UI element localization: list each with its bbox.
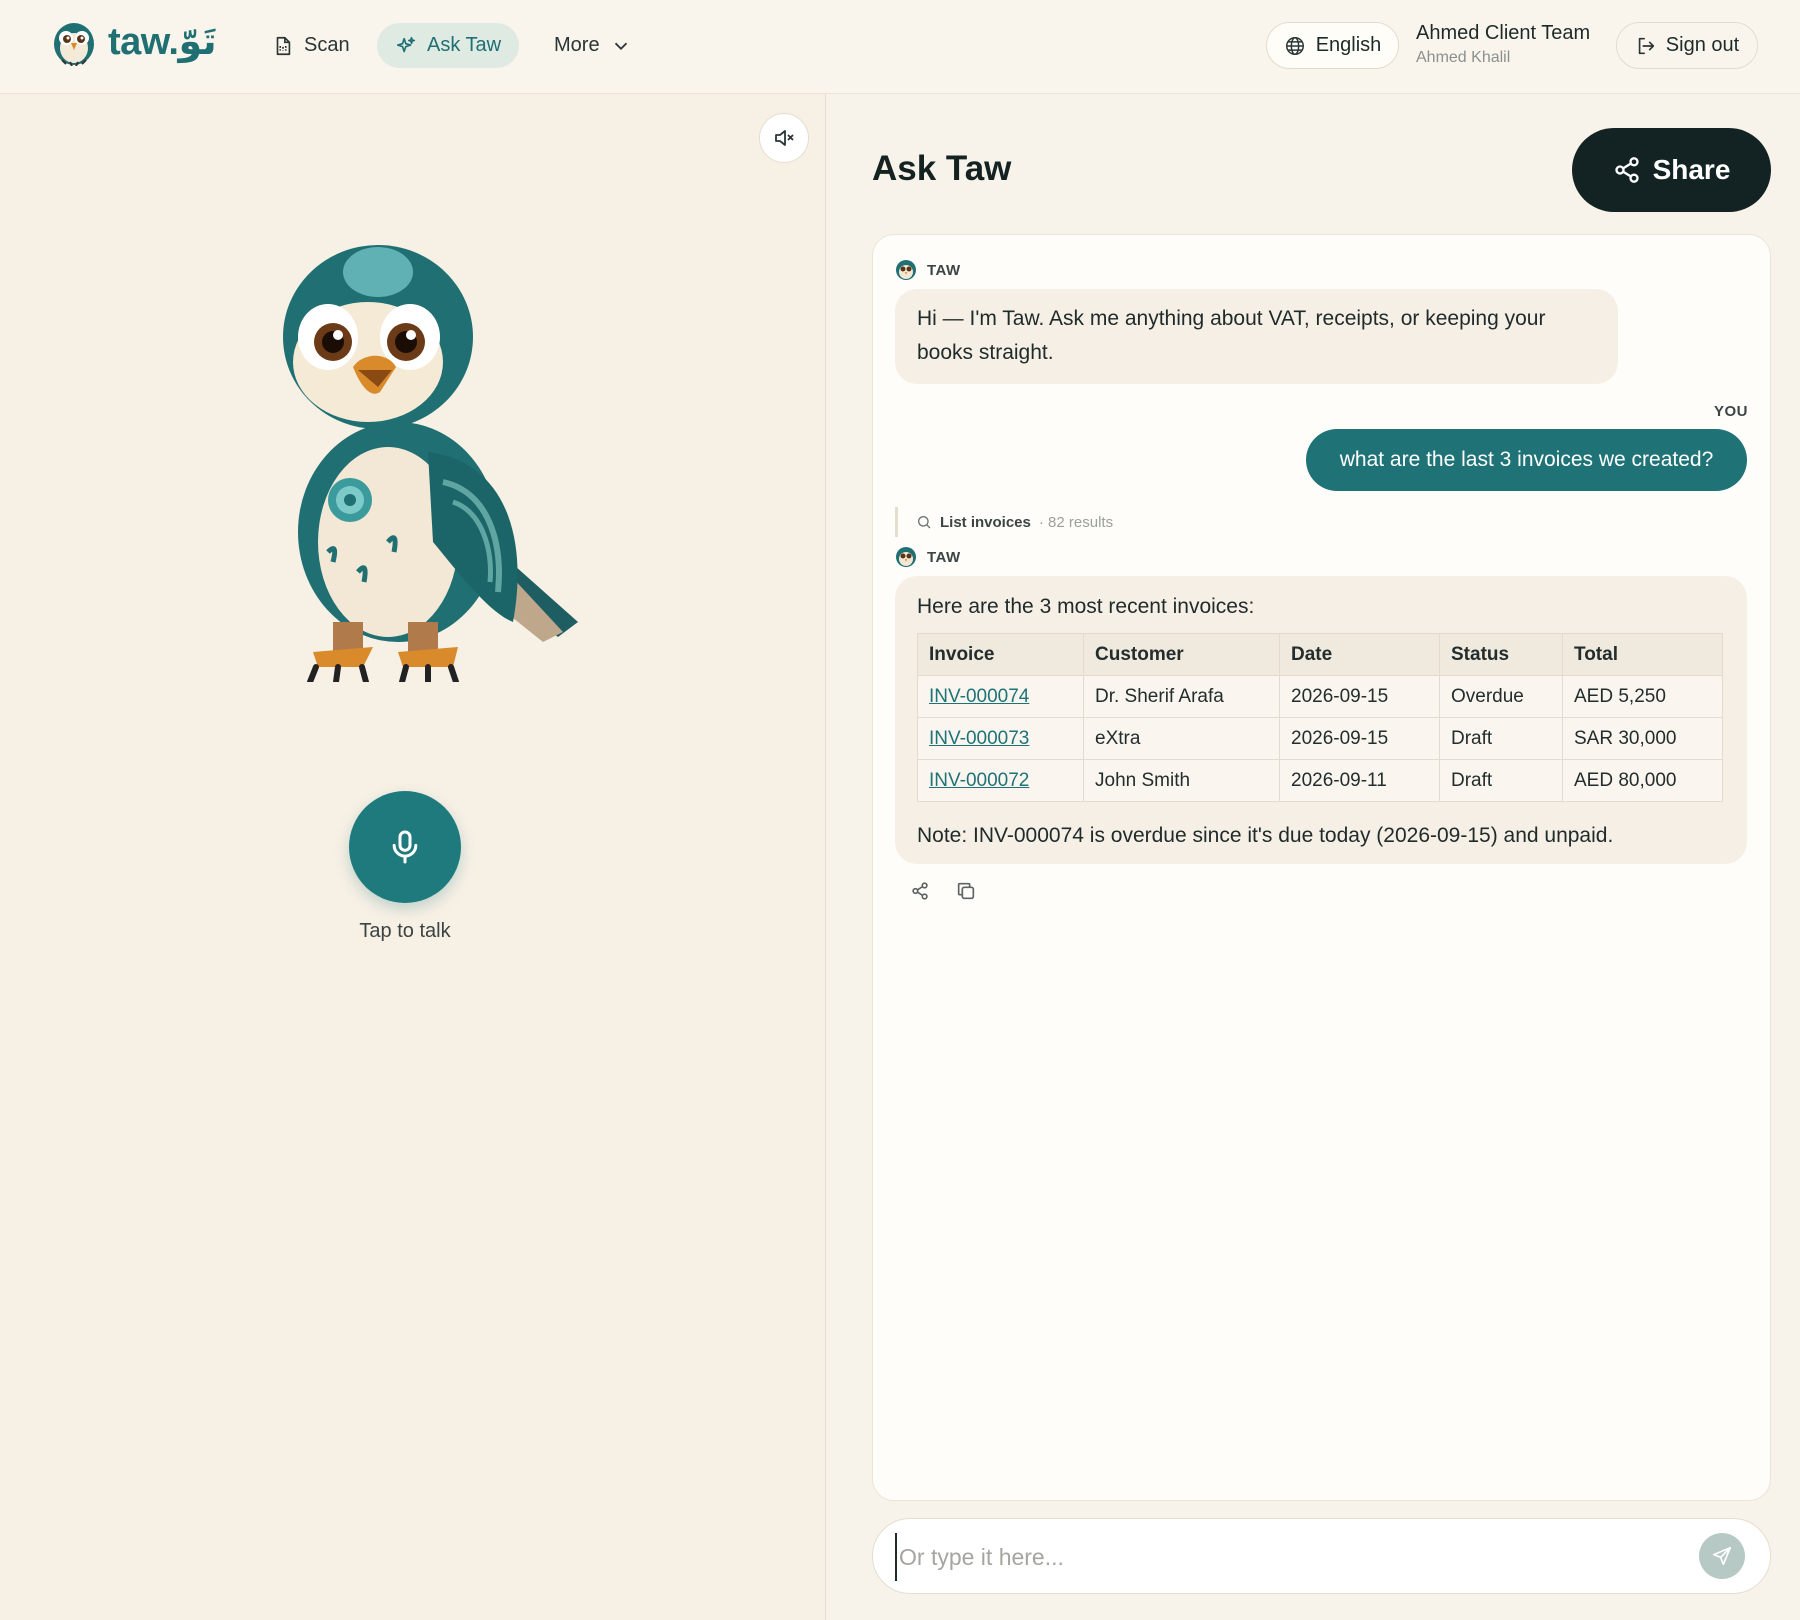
invoice-cell: INV-000072 xyxy=(917,759,1084,802)
date-cell: 2026-09-15 xyxy=(1279,675,1440,718)
taw-answer-bubble: Here are the 3 most recent invoices: Inv… xyxy=(895,576,1747,864)
share-label: Share xyxy=(1652,154,1731,185)
share-icon xyxy=(1614,157,1639,183)
language-button[interactable]: English xyxy=(1266,22,1399,69)
table-header-row: Invoice Customer Date Status Total xyxy=(917,633,1723,676)
invoice-link[interactable]: INV-000073 xyxy=(929,728,1029,749)
mute-button[interactable] xyxy=(759,113,809,163)
you-sender-label: YOU xyxy=(1713,403,1748,420)
tool-result-count: · 82 results xyxy=(1038,513,1114,531)
table-row: INV-000072 John Smith 2026-09-11 Draft A… xyxy=(917,759,1723,802)
speaker-mute-icon xyxy=(775,130,794,146)
tap-to-talk-label: Tap to talk xyxy=(359,920,451,942)
taw-label: TAW xyxy=(927,548,961,566)
mascot-logo-icon xyxy=(54,23,94,66)
logo-text: taw.تَوّ xyxy=(108,19,217,64)
user-info: Ahmed Client Team Ahmed Khalil xyxy=(1416,22,1590,67)
message-actions xyxy=(909,880,977,902)
sign-out-icon xyxy=(1638,37,1654,54)
tap-to-talk-button[interactable] xyxy=(349,791,461,903)
share-message-button[interactable] xyxy=(909,880,931,902)
send-icon xyxy=(1712,1546,1732,1566)
answer-intro: Here are the 3 most recent invoices: xyxy=(917,595,1255,618)
nav-scan[interactable]: Scan xyxy=(254,23,368,68)
copy-message-button[interactable] xyxy=(955,880,977,902)
taw-label: TAW xyxy=(927,261,961,279)
page-title: Ask Taw xyxy=(872,149,1012,188)
brand-arabic: تَوّ xyxy=(178,20,218,63)
nav-more-label: More xyxy=(554,34,600,56)
nav-ask-taw-label: Ask Taw xyxy=(427,34,502,56)
taw-sender-label: TAW xyxy=(895,546,961,568)
column-header: Total xyxy=(1562,633,1723,676)
status-cell: Overdue xyxy=(1439,675,1563,718)
total-cell: SAR 30,000 xyxy=(1562,717,1723,760)
tool-name: List invoices xyxy=(940,513,1031,531)
sign-out-button[interactable]: Sign out xyxy=(1616,22,1758,69)
user-message-bubble: what are the last 3 invoices we created? xyxy=(1306,429,1747,491)
sparkle-icon xyxy=(396,36,416,52)
share-button[interactable]: Share xyxy=(1572,128,1771,212)
nav-scan-label: Scan xyxy=(304,34,350,56)
taw-avatar-icon xyxy=(896,547,916,567)
status-cell: Draft xyxy=(1439,717,1563,760)
chat-panel: Ask Taw Share TAW Hi — I'm Taw. Ask me a… xyxy=(827,94,1800,1620)
chat-thread[interactable]: TAW Hi — I'm Taw. Ask me anything about … xyxy=(872,234,1771,1501)
column-header: Date xyxy=(1279,633,1440,676)
column-header: Invoice xyxy=(917,633,1084,676)
microphone-icon xyxy=(392,830,418,864)
date-cell: 2026-09-11 xyxy=(1279,759,1440,802)
sign-out-label: Sign out xyxy=(1665,34,1740,56)
language-label: English xyxy=(1315,34,1382,56)
table-row: INV-000073 eXtra 2026-09-15 Draft SAR 30… xyxy=(917,717,1723,760)
nav-ask-taw[interactable]: Ask Taw xyxy=(377,23,520,68)
user-message-text: what are the last 3 invoices we created? xyxy=(1339,448,1714,471)
chevron-down-icon xyxy=(614,42,627,50)
taw-mascot-illustration xyxy=(283,245,578,682)
brand-name: taw. xyxy=(108,20,179,63)
date-cell: 2026-09-15 xyxy=(1279,717,1440,760)
globe-icon xyxy=(1285,36,1304,55)
taw-greeting-text: Hi — I'm Taw. Ask me anything about VAT,… xyxy=(917,307,1546,364)
customer-cell: John Smith xyxy=(1083,759,1280,802)
nav-more-menu[interactable]: More xyxy=(536,23,650,68)
answer-note: Note: INV-000074 is overdue since it's d… xyxy=(917,824,1614,847)
total-cell: AED 5,250 xyxy=(1562,675,1723,718)
search-icon xyxy=(918,516,931,529)
scan-icon xyxy=(276,36,291,55)
invoice-table: Invoice Customer Date Status Total INV-0… xyxy=(917,633,1723,802)
status-cell: Draft xyxy=(1439,759,1563,802)
voice-panel: Tap to talk xyxy=(0,94,826,1620)
invoice-cell: INV-000073 xyxy=(917,717,1084,760)
taw-sender-label: TAW xyxy=(895,259,961,281)
top-bar: taw.تَوّ Scan Ask Taw More English Ahmed… xyxy=(0,0,1800,94)
user-name: Ahmed Khalil xyxy=(1416,49,1511,66)
team-name: Ahmed Client Team xyxy=(1416,22,1591,44)
customer-cell: Dr. Sherif Arafa xyxy=(1083,675,1280,718)
taw-greeting-bubble: Hi — I'm Taw. Ask me anything about VAT,… xyxy=(895,289,1618,384)
column-header: Status xyxy=(1439,633,1563,676)
customer-cell: eXtra xyxy=(1083,717,1280,760)
invoice-cell: INV-000074 xyxy=(917,675,1084,718)
invoice-link[interactable]: INV-000074 xyxy=(929,686,1029,707)
tool-call-indicator[interactable]: List invoices · 82 results xyxy=(895,507,1113,537)
logo[interactable]: taw.تَوّ xyxy=(50,16,217,66)
taw-avatar-icon xyxy=(896,260,916,280)
total-cell: AED 80,000 xyxy=(1562,759,1723,802)
table-row: INV-000074 Dr. Sherif Arafa 2026-09-15 O… xyxy=(917,675,1723,718)
message-composer xyxy=(872,1518,1771,1594)
send-button[interactable] xyxy=(1699,1533,1745,1579)
copy-icon xyxy=(957,882,975,900)
column-header: Customer xyxy=(1083,633,1280,676)
invoice-link[interactable]: INV-000072 xyxy=(929,770,1029,791)
share-icon xyxy=(912,882,928,900)
chat-input[interactable] xyxy=(895,1533,1675,1581)
